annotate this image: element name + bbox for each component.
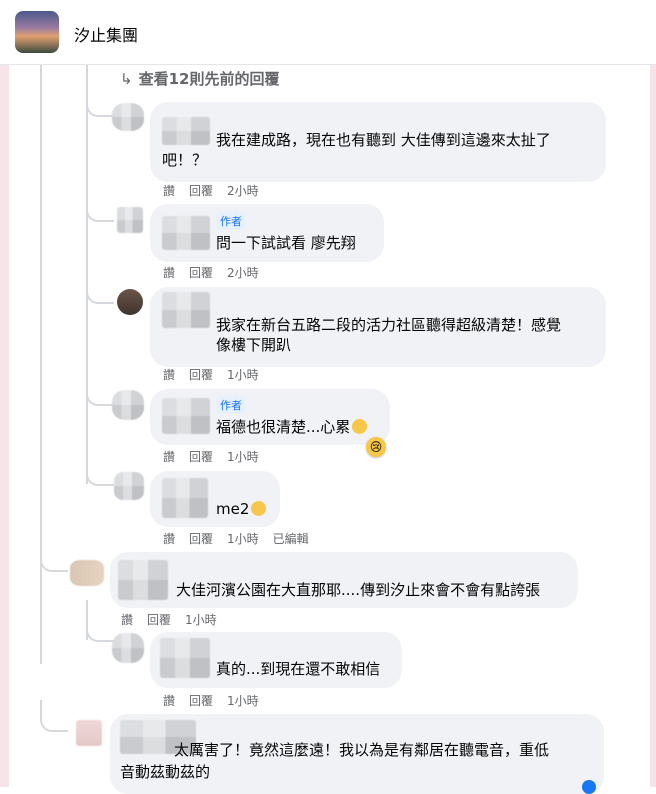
- comment-text: 我在建成路，現在也有聽到 大佳傳到這邊來太扯了: [216, 131, 551, 149]
- comment-time[interactable]: 2小時: [227, 266, 259, 280]
- reply-button[interactable]: 回覆: [189, 450, 213, 464]
- comment-actions: 讚回覆 1小時: [121, 611, 231, 628]
- comment-text-line2: 吧！？: [162, 151, 208, 169]
- commenter-name[interactable]: [162, 117, 210, 145]
- avatar[interactable]: [114, 472, 144, 500]
- comment-text: 問一下試試看 廖先翔: [216, 234, 356, 252]
- reply-button[interactable]: 回覆: [189, 368, 213, 382]
- commenter-name[interactable]: [118, 560, 168, 600]
- comment-text-content: 福德也很清楚...心累: [216, 418, 351, 436]
- reply-button[interactable]: 回覆: [189, 532, 213, 546]
- thread-line: [86, 64, 88, 484]
- view-previous-replies-link[interactable]: ↳ 查看12則先前的回覆: [120, 68, 279, 89]
- comment-time[interactable]: 1小時: [227, 532, 259, 546]
- comment-text-line2: 像樓下開趴: [216, 336, 292, 354]
- comment-actions: 讚回覆 1小時: [163, 366, 273, 383]
- grinning-face-icon: [251, 501, 267, 516]
- reply-arrow-icon: ↳: [120, 70, 133, 88]
- like-button[interactable]: 讚: [163, 694, 175, 708]
- commenter-name[interactable]: [162, 478, 208, 518]
- thread-connector: [86, 390, 114, 406]
- thread-connector: [86, 470, 114, 486]
- author-badge: 作者: [216, 396, 246, 414]
- commenter-name[interactable]: [162, 292, 210, 328]
- comment-text: 福德也很清楚...心累: [216, 417, 368, 438]
- thread-connector: [40, 700, 68, 732]
- comment-thread: ↳ 查看12則先前的回覆 我在建成路，現在也有聽到 大佳傳到這邊來太扯了 吧！？ …: [0, 0, 656, 794]
- comment-actions: 讚回覆 2小時: [163, 264, 273, 281]
- commenter-name[interactable]: [160, 638, 210, 678]
- comment-actions: 讚回覆 2小時: [163, 182, 273, 199]
- like-button[interactable]: 讚: [163, 184, 175, 198]
- thread-connector: [86, 204, 114, 222]
- like-reaction-icon[interactable]: [582, 780, 596, 794]
- thread-connector: [86, 620, 114, 642]
- comment-time[interactable]: 1小時: [185, 613, 217, 627]
- sad-face-icon: [352, 419, 368, 434]
- reply-button[interactable]: 回覆: [189, 694, 213, 708]
- thread-connector: [40, 540, 68, 572]
- avatar[interactable]: [112, 633, 144, 663]
- group-avatar[interactable]: [15, 11, 59, 53]
- avatar[interactable]: [76, 720, 102, 746]
- comment-time[interactable]: 1小時: [227, 368, 259, 382]
- commenter-name[interactable]: [162, 398, 210, 434]
- like-button[interactable]: 讚: [163, 532, 175, 546]
- group-name[interactable]: 汐止集團: [74, 22, 138, 46]
- like-button[interactable]: 讚: [163, 450, 175, 464]
- comment-text-content: me2: [216, 500, 250, 518]
- thread-connector: [86, 100, 114, 117]
- comment-time[interactable]: 1小時: [227, 450, 259, 464]
- like-button[interactable]: 讚: [121, 613, 133, 627]
- thread-connector: [86, 288, 114, 304]
- crying-face-reaction-icon[interactable]: 😢: [366, 437, 386, 457]
- avatar[interactable]: [117, 289, 143, 315]
- comment-actions: 讚回覆 1小時 已編輯: [163, 530, 323, 547]
- comment-actions: 讚回覆 1小時: [163, 692, 273, 709]
- comment-text-line2: 音動茲動茲的: [120, 763, 211, 781]
- avatar[interactable]: [112, 103, 144, 131]
- like-button[interactable]: 讚: [163, 266, 175, 280]
- edited-label: 已編輯: [272, 532, 309, 546]
- comment-actions: 讚回覆 1小時: [163, 448, 273, 465]
- view-previous-replies-label: 查看12則先前的回覆: [138, 70, 280, 88]
- comment-text: 真的...到現在還不敢相信: [216, 660, 381, 678]
- thread-line: [40, 64, 42, 664]
- author-badge: 作者: [216, 212, 246, 230]
- comment-text: 太厲害了！竟然這麼遠！我以為是有鄰居在聽電音，重低: [174, 741, 550, 759]
- reply-button[interactable]: 回覆: [189, 184, 213, 198]
- avatar[interactable]: [70, 560, 104, 586]
- like-button[interactable]: 讚: [163, 368, 175, 382]
- reply-button[interactable]: 回覆: [147, 613, 171, 627]
- comment-time[interactable]: 1小時: [227, 694, 259, 708]
- avatar[interactable]: [117, 207, 143, 233]
- group-header: 汐止集團: [0, 0, 656, 65]
- comment-time[interactable]: 2小時: [227, 184, 259, 198]
- comment-text: me2: [216, 499, 267, 520]
- comment-text: 我家在新台五路二段的活力社區聽得超級清楚！感覺: [216, 316, 562, 334]
- comment-text: 大佳河濱公園在大直那耶....傳到汐止來會不會有點誇張: [176, 581, 541, 599]
- avatar[interactable]: [112, 390, 144, 420]
- reply-button[interactable]: 回覆: [189, 266, 213, 280]
- commenter-name[interactable]: [162, 216, 210, 250]
